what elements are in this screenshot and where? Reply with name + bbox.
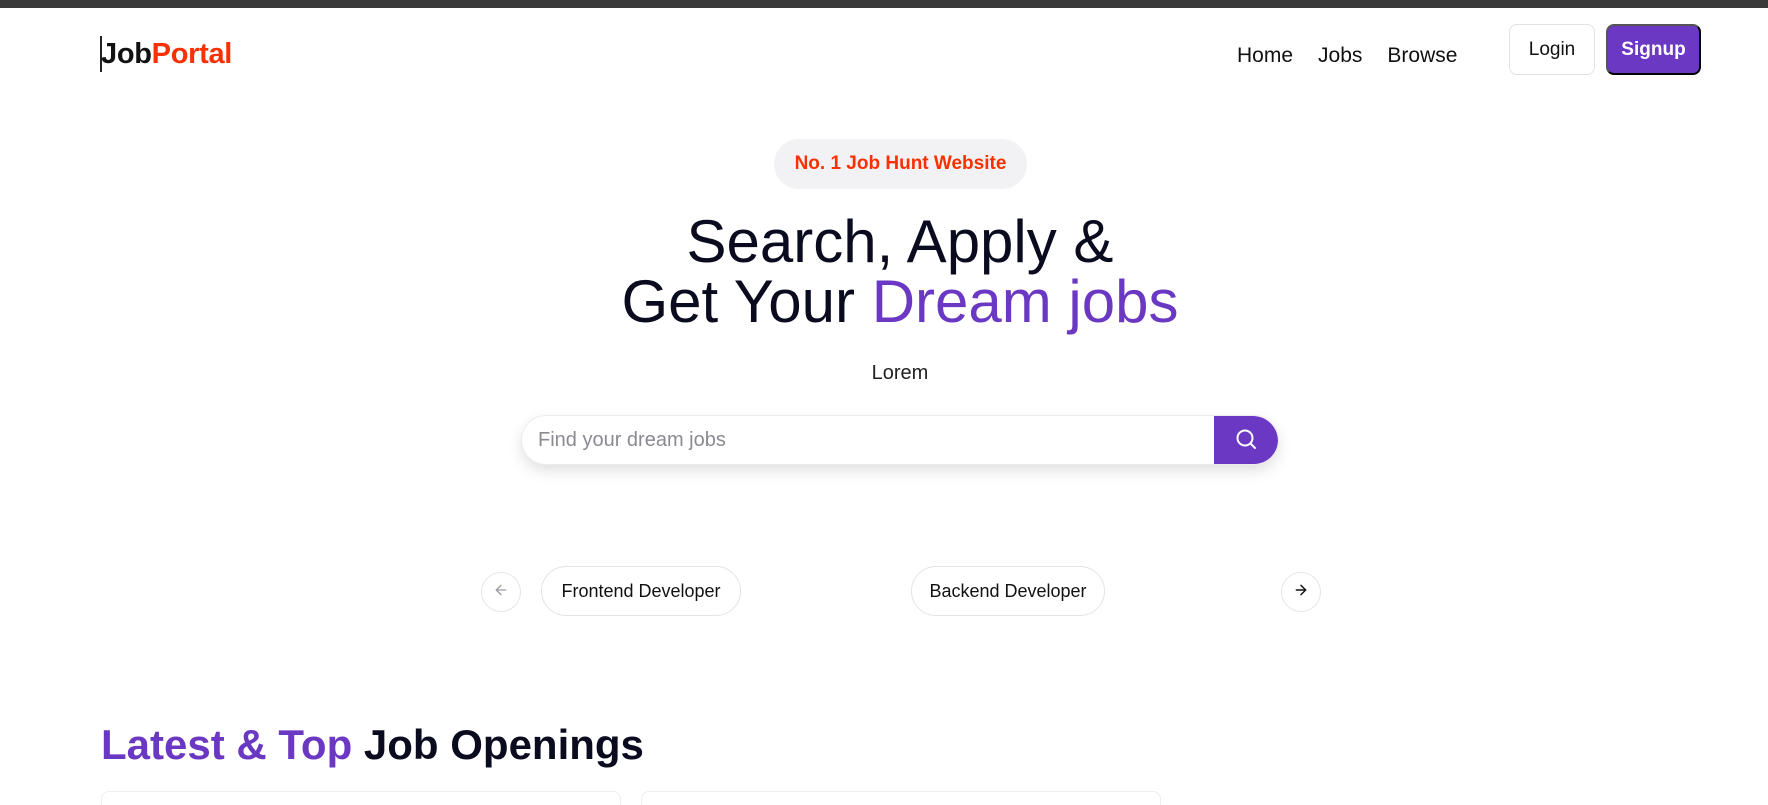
logo[interactable]: JobPortal (100, 32, 233, 76)
signup-button[interactable]: Signup (1606, 24, 1701, 75)
logo-job: Job (101, 38, 152, 70)
latest-jobs-heading-accent: Latest & Top (101, 721, 353, 768)
arrow-left-icon (493, 582, 509, 603)
search-icon (1234, 427, 1258, 456)
hero-title-prefix: Get Your (621, 268, 872, 335)
nav-links: Home Jobs Browse (1237, 36, 1482, 76)
arrow-right-icon (1293, 582, 1309, 603)
search-button[interactable] (1214, 416, 1278, 464)
category-chip-backend[interactable]: Backend Developer (911, 566, 1105, 616)
navbar: JobPortal Home Jobs Browse Login Signup (0, 8, 1768, 92)
search-bar (521, 415, 1279, 465)
hero-badge: No. 1 Job Hunt Website (774, 139, 1027, 189)
hero-title-line2: Get Your Dream jobs (0, 272, 1768, 332)
nav-link-browse[interactable]: Browse (1387, 36, 1457, 76)
hero-subtitle: Lorem (871, 362, 929, 384)
nav-link-home[interactable]: Home (1237, 36, 1293, 76)
search-input[interactable] (538, 416, 1118, 464)
hero-title: Search, Apply & Get Your Dream jobs (0, 212, 1768, 332)
hero-title-accent: Dream jobs (871, 268, 1179, 335)
job-card[interactable] (641, 791, 1161, 805)
carousel-prev-button[interactable] (481, 572, 521, 612)
text-cursor (100, 36, 102, 72)
carousel-next-button[interactable] (1281, 572, 1321, 612)
nav-link-jobs[interactable]: Jobs (1318, 36, 1362, 76)
logo-portal: Portal (151, 38, 233, 70)
latest-jobs-heading-rest: Job Openings (352, 721, 644, 768)
browser-top-strip (0, 0, 1768, 8)
job-card[interactable] (101, 791, 621, 805)
latest-jobs-heading: Latest & Top Job Openings (101, 720, 644, 770)
login-button[interactable]: Login (1509, 24, 1595, 75)
category-chip-frontend[interactable]: Frontend Developer (541, 566, 741, 616)
hero-title-line1: Search, Apply & (686, 208, 1114, 275)
